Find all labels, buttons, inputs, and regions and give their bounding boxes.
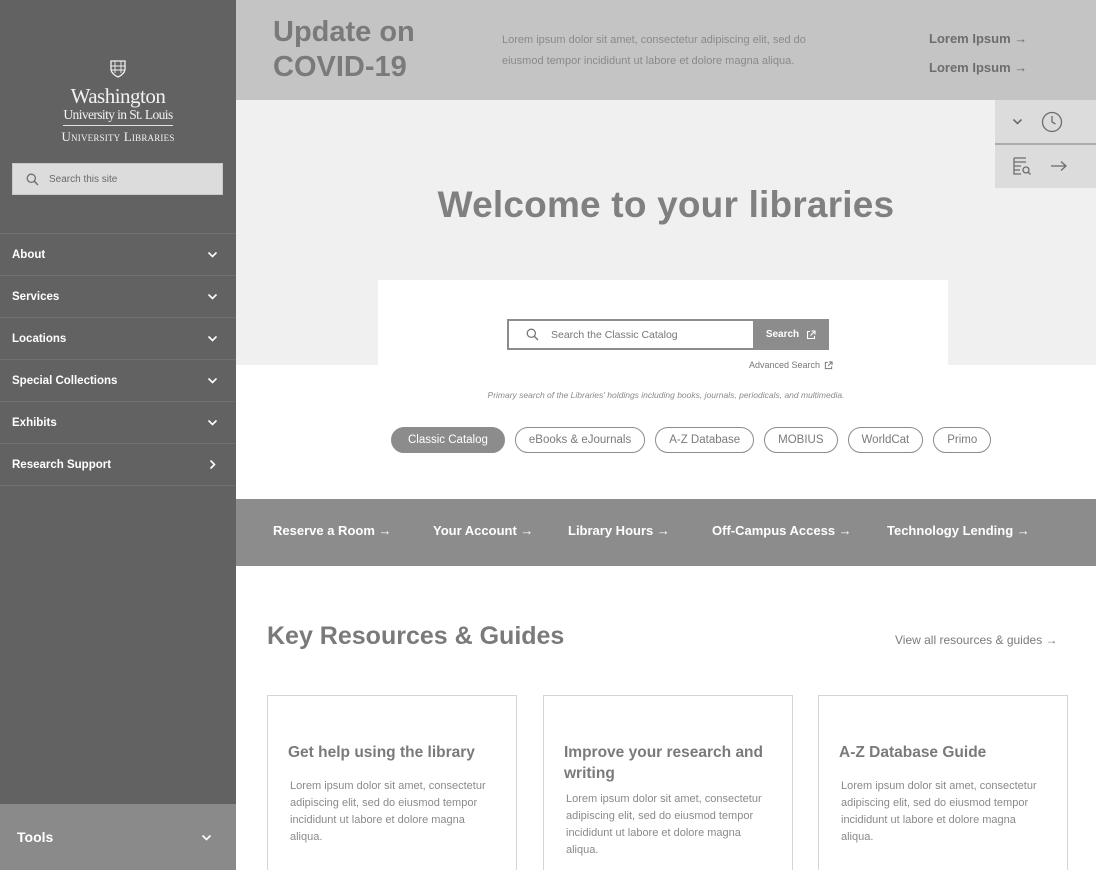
sidebar-item-label: Services — [12, 290, 60, 303]
tab-a-z-database[interactable]: A-Z Database — [655, 427, 755, 453]
site-search[interactable] — [12, 163, 223, 195]
alert-title: Update on COVID-19 — [273, 16, 415, 83]
logo-line-university: University in St. Louis — [63, 107, 173, 122]
page-title: Welcome to your libraries — [437, 184, 895, 225]
sidebar-item-label: Exhibits — [12, 416, 57, 429]
crest-icon — [110, 60, 126, 78]
hours-toggle[interactable] — [995, 100, 1096, 143]
sidebar-item-research-support[interactable]: Research Support — [0, 444, 236, 486]
search-icon — [526, 328, 539, 341]
card-title: Improve your research and writing — [564, 744, 763, 782]
sidebar-item-label: Special Collections — [12, 374, 118, 387]
tab-mobius[interactable]: MOBIUS — [764, 427, 838, 453]
chevron-down-icon — [201, 834, 212, 841]
card-title: A-Z Database Guide — [839, 744, 987, 761]
resource-card-library-help[interactable]: Get help using the library Lorem ipsum d… — [267, 695, 517, 870]
quick-link-technology-lending[interactable]: Technology Lending → — [887, 523, 1030, 538]
sidebar-item-label: About — [12, 248, 46, 261]
logo-line-libraries: University Libraries — [61, 129, 175, 144]
sidebar-nav: About Services Locations Special Collect… — [0, 233, 236, 486]
logo-divider — [63, 125, 173, 126]
chevron-down-icon — [1012, 118, 1023, 125]
sidebar-item-locations[interactable]: Locations — [0, 318, 236, 360]
chevron-down-icon — [207, 251, 218, 258]
catalog-search: Search — [507, 319, 829, 350]
chevron-down-icon — [207, 335, 218, 342]
alert-links: Lorem Ipsum → Lorem Ipsum → — [929, 24, 1027, 82]
tab-worldcat[interactable]: WorldCat — [847, 427, 924, 453]
chevron-down-icon — [207, 293, 218, 300]
chevron-down-icon — [207, 377, 218, 384]
catalog-search-field[interactable] — [507, 319, 753, 350]
logo-line-washington: Washington — [70, 84, 166, 108]
tab-ebooks-ejournals[interactable]: eBooks & eJournals — [514, 427, 646, 453]
quick-link-library-hours[interactable]: Library Hours → — [568, 523, 670, 538]
covid-alert-banner: Update on COVID-19 Lorem ipsum dolor sit… — [236, 0, 1096, 100]
resource-card-research-writing[interactable]: Improve your research and writing Lorem … — [543, 695, 793, 870]
card-text: Lorem ipsum dolor sit amet, consectetur … — [566, 793, 762, 856]
catalog-caption: Primary search of the Libraries' holding… — [487, 390, 845, 400]
advanced-search-label: Advanced Search — [749, 360, 821, 370]
sidebar-item-special-collections[interactable]: Special Collections — [0, 360, 236, 402]
alert-link-2[interactable]: Lorem Ipsum → — [929, 53, 1027, 82]
tab-primo[interactable]: Primo — [933, 427, 992, 453]
sidebar-item-about[interactable]: About — [0, 234, 236, 276]
external-link-icon — [807, 329, 816, 339]
clock-icon — [1041, 111, 1063, 132]
sidebar-item-label: Locations — [12, 332, 67, 345]
resource-card-database-guide[interactable]: A-Z Database Guide Lorem ipsum dolor sit… — [818, 695, 1068, 870]
view-all-resources-link[interactable]: View all resources & guides → — [895, 633, 1058, 647]
tools-label: Tools — [17, 829, 54, 845]
quick-link-reserve-room[interactable]: Reserve a Room → — [273, 523, 392, 538]
advanced-search-link[interactable]: Advanced Search — [749, 360, 833, 370]
resources-heading: Key Resources & Guides — [267, 622, 565, 650]
catalog-search-input[interactable] — [551, 328, 741, 341]
search-icon — [26, 173, 39, 185]
sidebar-item-exhibits[interactable]: Exhibits — [0, 402, 236, 444]
search-button-label: Search — [765, 329, 800, 340]
alert-text: Lorem ipsum dolor sit amet, consectetur … — [502, 34, 806, 67]
quick-link-your-account[interactable]: Your Account → — [433, 523, 533, 538]
my-list-link[interactable] — [995, 143, 1096, 186]
sidebar: Washington University in St. Louis Unive… — [0, 0, 236, 870]
tools-toggle[interactable]: Tools — [0, 804, 236, 870]
tab-classic-catalog[interactable]: Classic Catalog — [391, 427, 505, 453]
quick-link-off-campus-access[interactable]: Off-Campus Access → — [712, 523, 852, 538]
sidebar-item-label: Research Support — [12, 458, 112, 471]
catalog-tabs: Classic Catalog eBooks & eJournals A-Z D… — [391, 427, 992, 453]
card-title: Get help using the library — [288, 744, 475, 761]
quick-links-band: Reserve a Room → Your Account → Library … — [236, 499, 1096, 566]
card-text: Lorem ipsum dolor sit amet, consectetur … — [290, 780, 486, 843]
utility-panel — [995, 100, 1096, 188]
card-text: Lorem ipsum dolor sit amet, consectetur … — [841, 780, 1037, 843]
catalog-search-button[interactable]: Search — [753, 319, 829, 350]
list-search-icon — [1013, 156, 1031, 175]
external-link-icon — [824, 360, 833, 369]
sidebar-item-services[interactable]: Services — [0, 276, 236, 318]
chevron-down-icon — [207, 419, 218, 426]
site-search-input[interactable] — [49, 173, 209, 185]
arrow-right-icon — [1051, 160, 1067, 171]
alert-link-1[interactable]: Lorem Ipsum → — [929, 24, 1027, 53]
university-logo[interactable]: Washington University in St. Louis Unive… — [0, 60, 236, 145]
chevron-right-icon — [209, 459, 216, 470]
